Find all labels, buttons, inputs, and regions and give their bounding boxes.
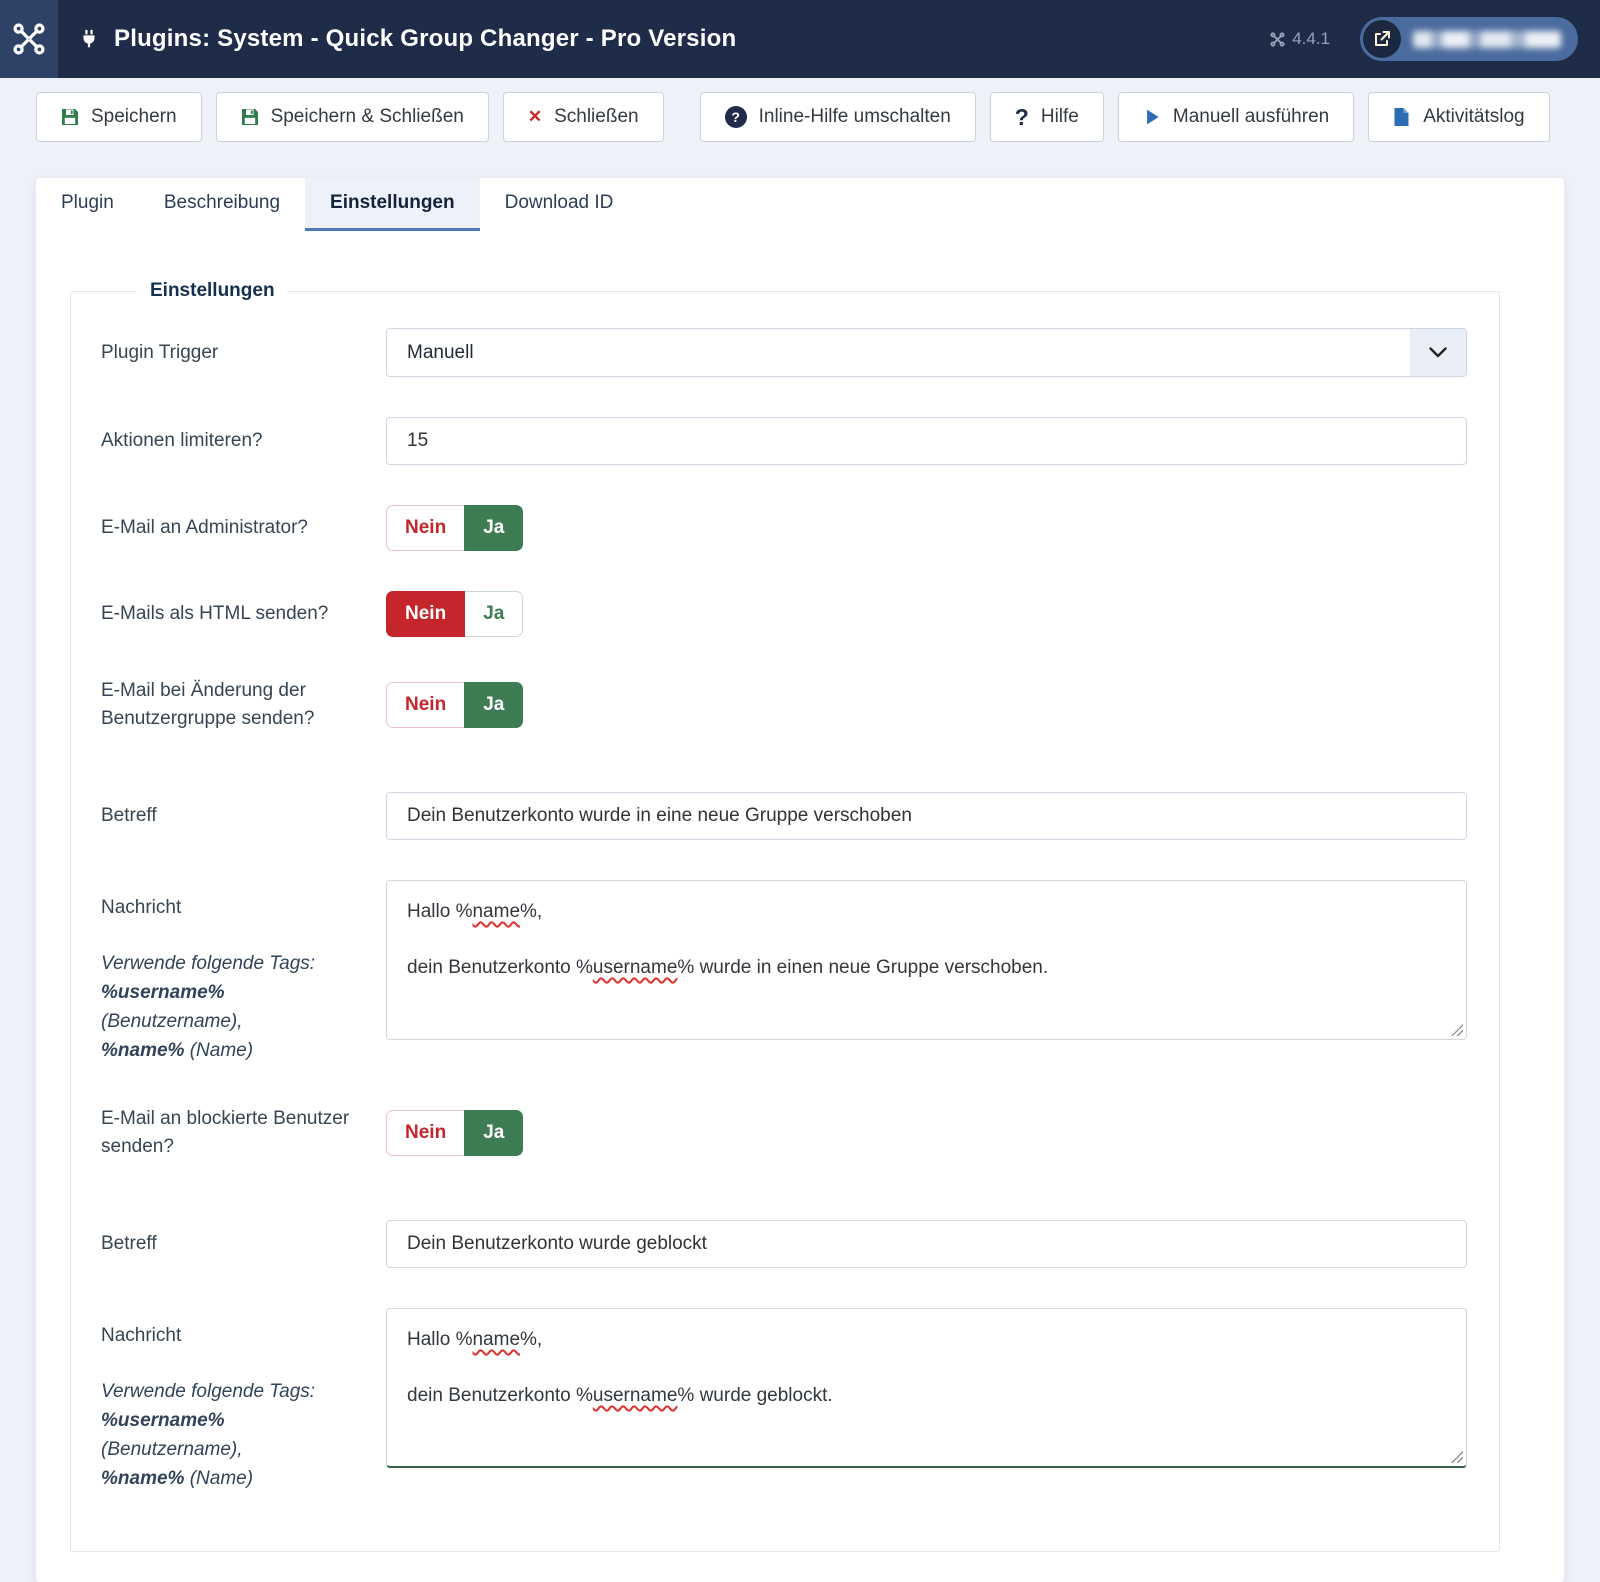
resize-handle-icon[interactable]	[1451, 1451, 1463, 1463]
tab-beschreibung-label: Beschreibung	[164, 192, 280, 213]
run-manual-button[interactable]: Manuell ausführen	[1118, 92, 1354, 142]
message-group-textarea[interactable]: Hallo %name%, dein Benutzerkonto %userna…	[386, 880, 1467, 1040]
email-html-label: E-Mails als HTML senden?	[101, 600, 386, 628]
message-group-hint: Verwende folgende Tags: %username% (Benu…	[101, 949, 366, 1065]
spellcheck-underline: username	[593, 957, 678, 978]
plugin-trigger-label: Plugin Trigger	[101, 339, 386, 367]
tab-einstellungen-label: Einstellungen	[330, 192, 455, 213]
tag-name: %name%	[101, 1468, 184, 1489]
email-blocked-toggle: Nein Ja	[386, 1110, 523, 1156]
admin-header: Plugins: System - Quick Group Changer - …	[0, 0, 1600, 78]
email-group-change-yes-button[interactable]: Ja	[464, 682, 523, 728]
resize-handle-icon[interactable]	[1451, 1024, 1463, 1036]
joomla-version: 4.4.1	[1270, 29, 1330, 49]
document-icon	[1393, 108, 1411, 126]
inline-help-label: Inline-Hilfe umschalten	[759, 106, 951, 128]
close-button[interactable]: Schließen	[503, 92, 664, 142]
save-label: Speichern	[91, 106, 177, 128]
email-blocked-yes-button[interactable]: Ja	[464, 1110, 523, 1156]
joomla-version-icon	[1270, 32, 1285, 47]
joomla-logo-icon	[12, 22, 46, 56]
email-blocked-label: E-Mail an blockierte Benutzer senden?	[101, 1105, 386, 1161]
save-button[interactable]: Speichern	[36, 92, 202, 142]
help-label: Hilfe	[1041, 106, 1079, 128]
email-admin-label: E-Mail an Administrator?	[101, 514, 386, 542]
subject-blocked-input[interactable]	[386, 1220, 1467, 1268]
content-card: Plugin Beschreibung Einstellungen Downlo…	[36, 178, 1564, 1582]
row-limit-actions: Aktionen limiteren?	[101, 417, 1467, 465]
spellcheck-underline: name	[472, 1329, 520, 1350]
user-menu-blurred-label	[1413, 31, 1561, 48]
email-group-change-no-button[interactable]: Nein	[386, 682, 464, 728]
activity-log-label: Aktivitätslog	[1423, 106, 1524, 128]
limit-actions-input[interactable]	[386, 417, 1467, 465]
tag-username: %username%	[101, 1410, 225, 1431]
email-html-no-button[interactable]: Nein	[386, 591, 465, 637]
message-group-label: Nachricht	[101, 894, 366, 922]
spellcheck-underline: name	[472, 901, 520, 922]
email-admin-toggle: Nein Ja	[386, 505, 523, 551]
tab-download-id-label: Download ID	[505, 192, 614, 213]
close-icon	[528, 106, 542, 128]
chevron-down-icon	[1410, 329, 1466, 376]
question-icon	[1015, 106, 1029, 129]
inline-help-toggle-button[interactable]: Inline-Hilfe umschalten	[700, 92, 976, 142]
tab-bar: Plugin Beschreibung Einstellungen Downlo…	[36, 178, 1564, 231]
save-icon	[61, 108, 79, 126]
email-group-change-label: E-Mail bei Änderung der Benutzergruppe s…	[101, 677, 386, 733]
joomla-logo[interactable]	[0, 0, 58, 78]
save-icon	[241, 108, 259, 126]
tag-name: %name%	[101, 1040, 184, 1061]
row-plugin-trigger: Plugin Trigger Manuell	[101, 328, 1467, 377]
plugin-trigger-select[interactable]: Manuell	[386, 328, 1467, 377]
plug-icon	[78, 28, 100, 50]
tab-einstellungen[interactable]: Einstellungen	[305, 178, 480, 231]
row-subject-blocked: Betreff	[101, 1220, 1467, 1268]
row-message-blocked: Nachricht Verwende folgende Tags: %usern…	[101, 1308, 1467, 1493]
user-menu-button[interactable]	[1360, 17, 1578, 61]
row-email-admin: E-Mail an Administrator? Nein Ja	[101, 505, 1467, 551]
close-label: Schließen	[554, 106, 639, 128]
email-admin-yes-button[interactable]: Ja	[464, 505, 523, 551]
save-close-label: Speichern & Schließen	[271, 106, 464, 128]
subject-group-label: Betreff	[101, 802, 386, 830]
run-manual-label: Manuell ausführen	[1173, 106, 1329, 128]
row-message-group: Nachricht Verwende folgende Tags: %usern…	[101, 880, 1467, 1065]
email-group-change-toggle: Nein Ja	[386, 682, 523, 728]
spellcheck-underline: username	[593, 1385, 678, 1406]
email-html-toggle: Nein Ja	[386, 591, 523, 637]
message-blocked-textarea[interactable]: Hallo %name%, dein Benutzerkonto %userna…	[386, 1308, 1467, 1468]
row-email-group-change: E-Mail bei Änderung der Benutzergruppe s…	[101, 677, 1467, 733]
help-button[interactable]: Hilfe	[990, 92, 1104, 142]
settings-legend: Einstellungen	[137, 280, 288, 302]
row-email-html: E-Mails als HTML senden? Nein Ja	[101, 591, 1467, 637]
limit-actions-label: Aktionen limiteren?	[101, 427, 386, 455]
tab-plugin[interactable]: Plugin	[36, 178, 139, 231]
email-admin-no-button[interactable]: Nein	[386, 505, 464, 551]
play-icon	[1143, 108, 1161, 126]
tab-download-id[interactable]: Download ID	[480, 178, 639, 231]
tag-username: %username%	[101, 982, 225, 1003]
subject-group-input[interactable]	[386, 792, 1467, 840]
tab-beschreibung[interactable]: Beschreibung	[139, 178, 305, 231]
toolbar: Speichern Speichern & Schließen Schließe…	[36, 92, 1564, 142]
row-email-blocked: E-Mail an blockierte Benutzer senden? Ne…	[101, 1105, 1467, 1161]
row-subject-group: Betreff	[101, 792, 1467, 840]
save-close-button[interactable]: Speichern & Schließen	[216, 92, 489, 142]
activity-log-button[interactable]: Aktivitätslog	[1368, 92, 1549, 142]
version-label: 4.4.1	[1292, 29, 1330, 49]
email-blocked-no-button[interactable]: Nein	[386, 1110, 464, 1156]
question-circle-icon	[725, 106, 747, 128]
email-html-yes-button[interactable]: Ja	[465, 591, 523, 637]
settings-fieldset: Einstellungen Plugin Trigger Manuell Akt…	[70, 280, 1500, 1552]
message-blocked-hint: Verwende folgende Tags: %username% (Benu…	[101, 1377, 366, 1493]
page-title: Plugins: System - Quick Group Changer - …	[114, 25, 736, 53]
message-blocked-label: Nachricht	[101, 1322, 366, 1350]
plugin-trigger-value: Manuell	[387, 342, 1410, 364]
tab-plugin-label: Plugin	[61, 192, 114, 213]
external-link-icon	[1363, 20, 1401, 58]
subject-blocked-label: Betreff	[101, 1230, 386, 1258]
